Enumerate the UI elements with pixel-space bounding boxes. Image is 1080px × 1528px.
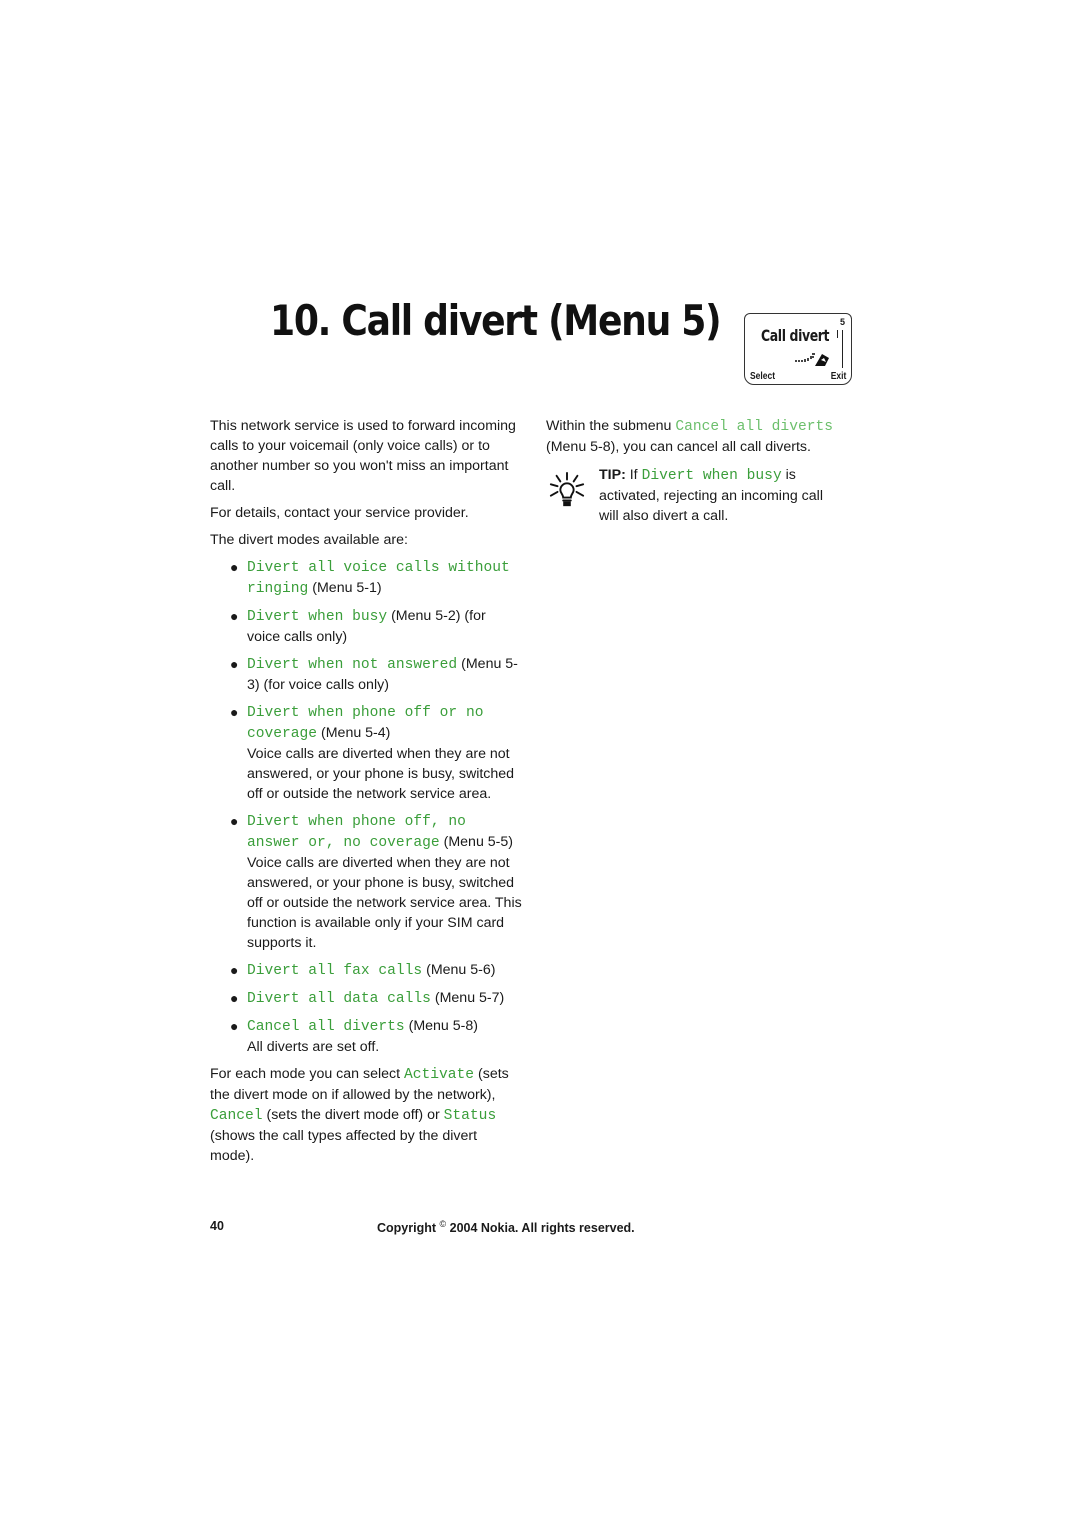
mode-menu: (Menu 5-8) (408, 1018, 478, 1034)
options-paragraph: For each mode you can select Activate (s… (210, 1064, 522, 1166)
mode-name: Divert when busy (247, 609, 388, 625)
tip-box: TIP: If Divert when busy is activated, r… (546, 465, 846, 526)
copyright-notice: Copyright © 2004 Nokia. All rights reser… (377, 1219, 635, 1235)
bullet-icon: ● (230, 608, 239, 624)
mode-menu: (Menu 5-1) (312, 580, 382, 596)
bullet-icon: ● (230, 1018, 239, 1034)
mode-name: Cancel all diverts (247, 1019, 405, 1035)
divert-modes-list: ● Divert all voice calls without ringing … (210, 557, 522, 1057)
list-item: ● Cancel all diverts (Menu 5-8) All divert… (210, 1016, 522, 1057)
page-number: 40 (210, 1219, 224, 1233)
options-text: For each mode you can select (210, 1066, 404, 1082)
exit-softkey: Exit (830, 371, 846, 382)
submenu-paragraph: Within the submenu Cancel all diverts (M… (546, 416, 846, 457)
scrollbar (842, 330, 843, 368)
modes-heading: The divert modes available are: (210, 532, 408, 548)
left-column: This network service is used to forward … (210, 416, 522, 1173)
mode-name: Divert when not answered (247, 657, 458, 673)
activate-option: Activate (404, 1067, 475, 1083)
details-paragraph: For details, contact your service provid… (210, 505, 469, 521)
submenu-name: Cancel all diverts (675, 419, 833, 435)
status-option: Status (443, 1108, 497, 1124)
list-item: ● Divert when phone off or no coverage (M… (210, 702, 522, 804)
page-title: 10. Call divert (Menu 5) (270, 296, 722, 345)
mode-name: Divert when phone off, no answer or, no … (247, 814, 466, 851)
list-item: ● Divert all fax calls (Menu 5-6) (210, 960, 522, 981)
mode-menu: (Menu 5-5) (443, 834, 514, 850)
list-item: ● Divert when busy (Menu 5-2) (for voice … (210, 606, 522, 647)
phone-screen-title: Call divert (761, 326, 830, 345)
list-item: ● Divert when phone off, no answer or, no… (210, 811, 522, 953)
menu-number: 5 (839, 317, 845, 327)
options-text: (shows the call types affected by the di… (210, 1128, 478, 1164)
list-item: ● Divert all data calls (Menu 5-7) (210, 988, 522, 1009)
select-softkey: Select (750, 371, 776, 382)
copyright-suffix: 2004 Nokia. All rights reserved. (446, 1221, 635, 1236)
mode-note: All diverts are set off. (247, 1039, 380, 1055)
submenu-text: (Menu 5-8), you can cancel all call dive… (546, 439, 811, 455)
bullet-icon: ● (230, 962, 239, 978)
options-text: (sets the divert mode off) or (262, 1107, 444, 1123)
list-item: ● Divert when not answered (Menu 5-3) (fo… (210, 654, 522, 695)
tip-label: TIP: (599, 467, 626, 483)
lightbulb-icon (549, 471, 585, 507)
bullet-icon: ● (230, 559, 239, 575)
tip-text: If (625, 467, 642, 483)
intro-paragraph: This network service is used to forward … (210, 418, 516, 494)
mode-menu: (Menu 5-7) (434, 990, 505, 1006)
mode-menu: (Menu 5-4) (321, 725, 391, 741)
bullet-icon: ● (230, 990, 239, 1006)
mode-note: Voice calls are diverted when they are n… (247, 855, 522, 951)
bullet-icon: ● (230, 813, 239, 829)
right-column: Within the submenu Cancel all diverts (M… (546, 416, 846, 526)
call-divert-icon (795, 353, 829, 366)
bullet-icon: ● (230, 704, 239, 720)
scrollbar-thumb (837, 330, 841, 338)
mode-name: Divert all data calls (247, 991, 431, 1007)
list-item: ● Divert all voice calls without ringing … (210, 557, 522, 599)
bullet-icon: ● (230, 656, 239, 672)
mode-name: Divert all fax calls (247, 963, 423, 979)
mode-menu: (Menu 5-6) (426, 962, 496, 978)
submenu-text: Within the submenu (546, 418, 676, 434)
phone-screen-illustration: 5 Call divert Select Exit (744, 313, 852, 385)
mode-note: Voice calls are diverted when they are n… (247, 746, 515, 802)
tip-term: Divert when busy (641, 468, 782, 484)
copyright-prefix: Copyright (377, 1221, 440, 1236)
cancel-option: Cancel (210, 1108, 263, 1124)
